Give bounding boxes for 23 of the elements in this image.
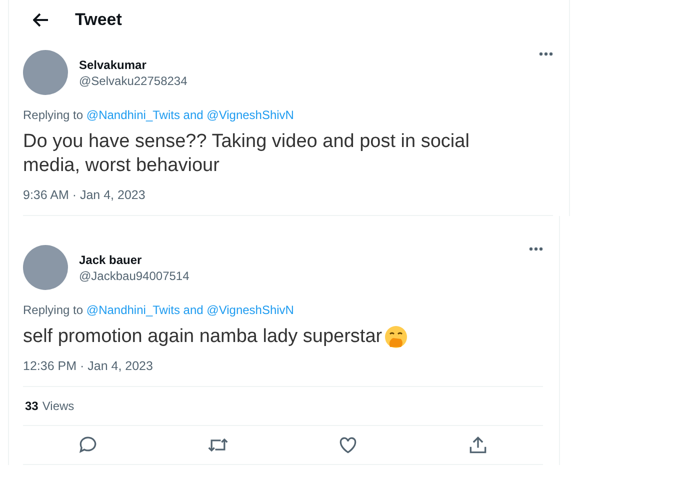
speech-bubble-button[interactable] [77, 434, 99, 456]
tweet-text: Do you have sense?? Taking video and post in social media, worst behaviour [23, 130, 470, 178]
user-handle[interactable]: @Selvaku22758234 [79, 74, 528, 88]
tweet-timestamp[interactable]: 9:36 AM · Jan 4, 2023 [23, 188, 553, 202]
user-name[interactable]: Jack bauer [79, 252, 518, 266]
speech-bubble-icon [77, 434, 99, 456]
avatar-photo[interactable] [23, 50, 68, 95]
share-button[interactable] [467, 434, 489, 456]
face-covering-mouth-emoji-icon [384, 325, 408, 349]
more-options-icon[interactable] [539, 52, 553, 56]
view-count: 33 [25, 399, 38, 413]
user-handle[interactable]: @Jackbau94007514 [79, 268, 518, 282]
tweet-timestamp[interactable]: 12:36 PM · Jan 4, 2023 [23, 359, 543, 373]
replying-to-text: Replying to @Nandhini_Twits and @VigneshShivN [23, 303, 295, 317]
more-options-icon[interactable] [529, 247, 543, 251]
back-arrow-icon[interactable] [33, 13, 49, 27]
share-icon [467, 434, 489, 456]
tweet-text: self promotion again namba lady superstar [23, 325, 382, 349]
user-name[interactable]: Selvakumar [79, 58, 528, 72]
replying-to-text: Replying to @Nandhini_Twits and @VigneshShivN [23, 108, 295, 122]
avatar-photo[interactable] [23, 245, 68, 290]
page-title: Tweet [75, 10, 122, 30]
views-label: Views [42, 399, 74, 413]
